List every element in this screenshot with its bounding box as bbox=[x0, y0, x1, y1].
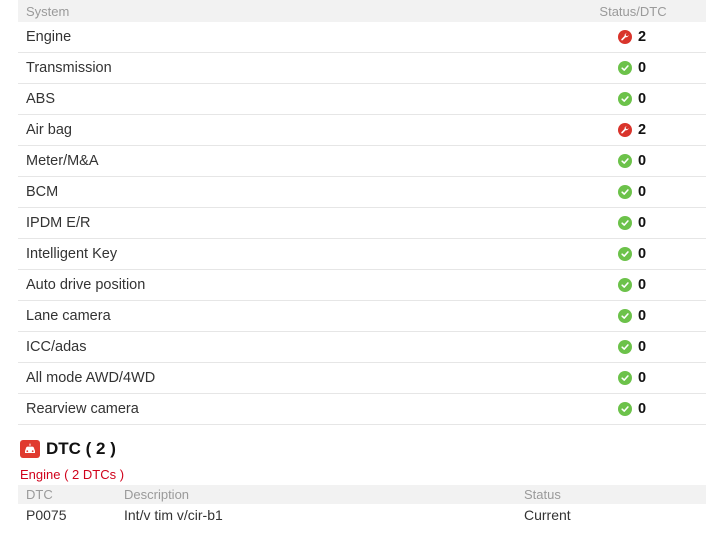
system-name: BCM bbox=[26, 184, 59, 200]
dtc-status: Current bbox=[524, 507, 571, 523]
status-column-header: Status/DTC bbox=[599, 3, 667, 19]
system-row[interactable]: IPDM E/R 0 bbox=[18, 208, 706, 239]
check-circle-icon bbox=[618, 92, 632, 106]
dtc-rows: P0075 Int/v tim v/cir-b1 Current bbox=[18, 504, 706, 526]
system-name: Meter/M&A bbox=[26, 153, 99, 169]
dtc-table-header: DTC Description Status bbox=[18, 485, 706, 504]
check-circle-icon bbox=[618, 278, 632, 292]
system-row[interactable]: ABS 0 bbox=[18, 84, 706, 115]
check-circle-icon bbox=[618, 185, 632, 199]
system-name: Air bag bbox=[26, 122, 72, 138]
dtc-count: 0 bbox=[638, 339, 647, 355]
dtc-count: 0 bbox=[638, 60, 647, 76]
system-name: Rearview camera bbox=[26, 401, 139, 417]
system-status: 2 bbox=[568, 29, 698, 45]
system-name: All mode AWD/4WD bbox=[26, 370, 156, 386]
check-circle-icon bbox=[618, 61, 632, 75]
dtc-count: 0 bbox=[638, 215, 647, 231]
system-name: ICC/adas bbox=[26, 339, 87, 355]
dtc-count: 0 bbox=[638, 184, 647, 200]
system-status: 0 bbox=[568, 91, 698, 107]
system-name: Transmission bbox=[26, 60, 112, 76]
dtc-count: 0 bbox=[638, 308, 647, 324]
system-status: 0 bbox=[568, 153, 698, 169]
dtc-count: 0 bbox=[638, 153, 647, 169]
check-circle-icon bbox=[618, 247, 632, 261]
system-status: 0 bbox=[568, 308, 698, 324]
system-status: 0 bbox=[568, 339, 698, 355]
system-row[interactable]: Intelligent Key 0 bbox=[18, 239, 706, 270]
system-name: Engine bbox=[26, 29, 72, 45]
system-row[interactable]: Air bag 2 bbox=[18, 115, 706, 146]
system-status: 0 bbox=[568, 246, 698, 262]
system-row[interactable]: Transmission 0 bbox=[18, 53, 706, 84]
wrench-circle-icon bbox=[618, 123, 632, 137]
engine-dtc-label[interactable]: Engine ( 2 DTCs ) bbox=[18, 467, 706, 482]
warning-car-icon bbox=[20, 440, 40, 458]
dtc-row[interactable]: P0075 Int/v tim v/cir-b1 Current bbox=[18, 504, 706, 526]
system-name: Lane camera bbox=[26, 308, 111, 324]
system-row[interactable]: Meter/M&A 0 bbox=[18, 146, 706, 177]
dtc-code-header: DTC bbox=[26, 487, 53, 502]
dtc-code: P0075 bbox=[26, 507, 67, 523]
system-row[interactable]: Engine 2 bbox=[18, 22, 706, 53]
system-name: ABS bbox=[26, 91, 56, 107]
system-row[interactable]: ICC/adas 0 bbox=[18, 332, 706, 363]
system-name: Auto drive position bbox=[26, 277, 146, 293]
system-status: 2 bbox=[568, 122, 698, 138]
system-name: IPDM E/R bbox=[26, 215, 91, 231]
system-status: 0 bbox=[568, 60, 698, 76]
system-status: 0 bbox=[568, 401, 698, 417]
dtc-count: 0 bbox=[638, 91, 647, 107]
system-rows: Engine 2 Transmission 0 ABS 0 Air bag 2 Meter/M&… bbox=[18, 22, 706, 425]
system-row[interactable]: All mode AWD/4WD 0 bbox=[18, 363, 706, 394]
system-status: 0 bbox=[568, 277, 698, 293]
dtc-status-header: Status bbox=[524, 487, 561, 502]
system-row[interactable]: BCM 0 bbox=[18, 177, 706, 208]
system-name: Intelligent Key bbox=[26, 246, 118, 262]
system-status: 0 bbox=[568, 184, 698, 200]
dtc-count: 0 bbox=[638, 246, 647, 262]
dtc-section-title: DTC ( 2 ) bbox=[18, 439, 706, 459]
system-row[interactable]: Rearview camera 0 bbox=[18, 394, 706, 425]
check-circle-icon bbox=[618, 216, 632, 230]
dtc-count: 0 bbox=[638, 401, 647, 417]
system-row[interactable]: Lane camera 0 bbox=[18, 301, 706, 332]
scan-results-page: System Status/DTC Engine 2 Transmission 0 AB… bbox=[0, 0, 720, 540]
system-row[interactable]: Auto drive position 0 bbox=[18, 270, 706, 301]
check-circle-icon bbox=[618, 309, 632, 323]
wrench-circle-icon bbox=[618, 30, 632, 44]
system-table-header: System Status/DTC bbox=[18, 0, 706, 22]
dtc-count: 0 bbox=[638, 370, 647, 386]
dtc-count: 0 bbox=[638, 277, 647, 293]
check-circle-icon bbox=[618, 154, 632, 168]
system-status: 0 bbox=[568, 370, 698, 386]
system-status-table: System Status/DTC Engine 2 Transmission 0 AB… bbox=[18, 0, 706, 425]
dtc-count: 2 bbox=[638, 122, 647, 138]
dtc-count: 2 bbox=[638, 29, 647, 45]
dtc-title-text: DTC ( 2 ) bbox=[46, 439, 116, 458]
check-circle-icon bbox=[618, 402, 632, 416]
check-circle-icon bbox=[618, 340, 632, 354]
check-circle-icon bbox=[618, 371, 632, 385]
system-column-header: System bbox=[26, 3, 70, 19]
dtc-description: Int/v tim v/cir-b1 bbox=[124, 507, 223, 523]
system-status: 0 bbox=[568, 215, 698, 231]
dtc-description-header: Description bbox=[124, 487, 190, 502]
